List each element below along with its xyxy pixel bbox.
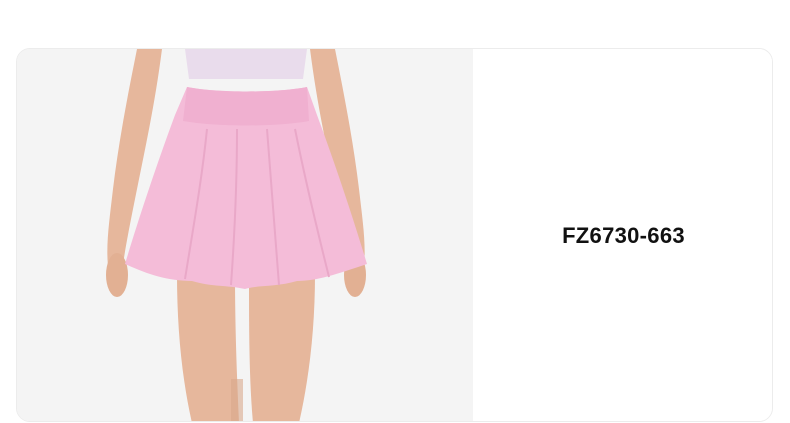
product-info-panel: FZ6730-663 <box>473 49 772 421</box>
product-card[interactable]: FZ6730-663 <box>16 48 773 422</box>
product-sku: FZ6730-663 <box>562 223 685 248</box>
product-image[interactable] <box>17 49 473 421</box>
pink-skirt-product-photo-icon <box>17 49 473 421</box>
